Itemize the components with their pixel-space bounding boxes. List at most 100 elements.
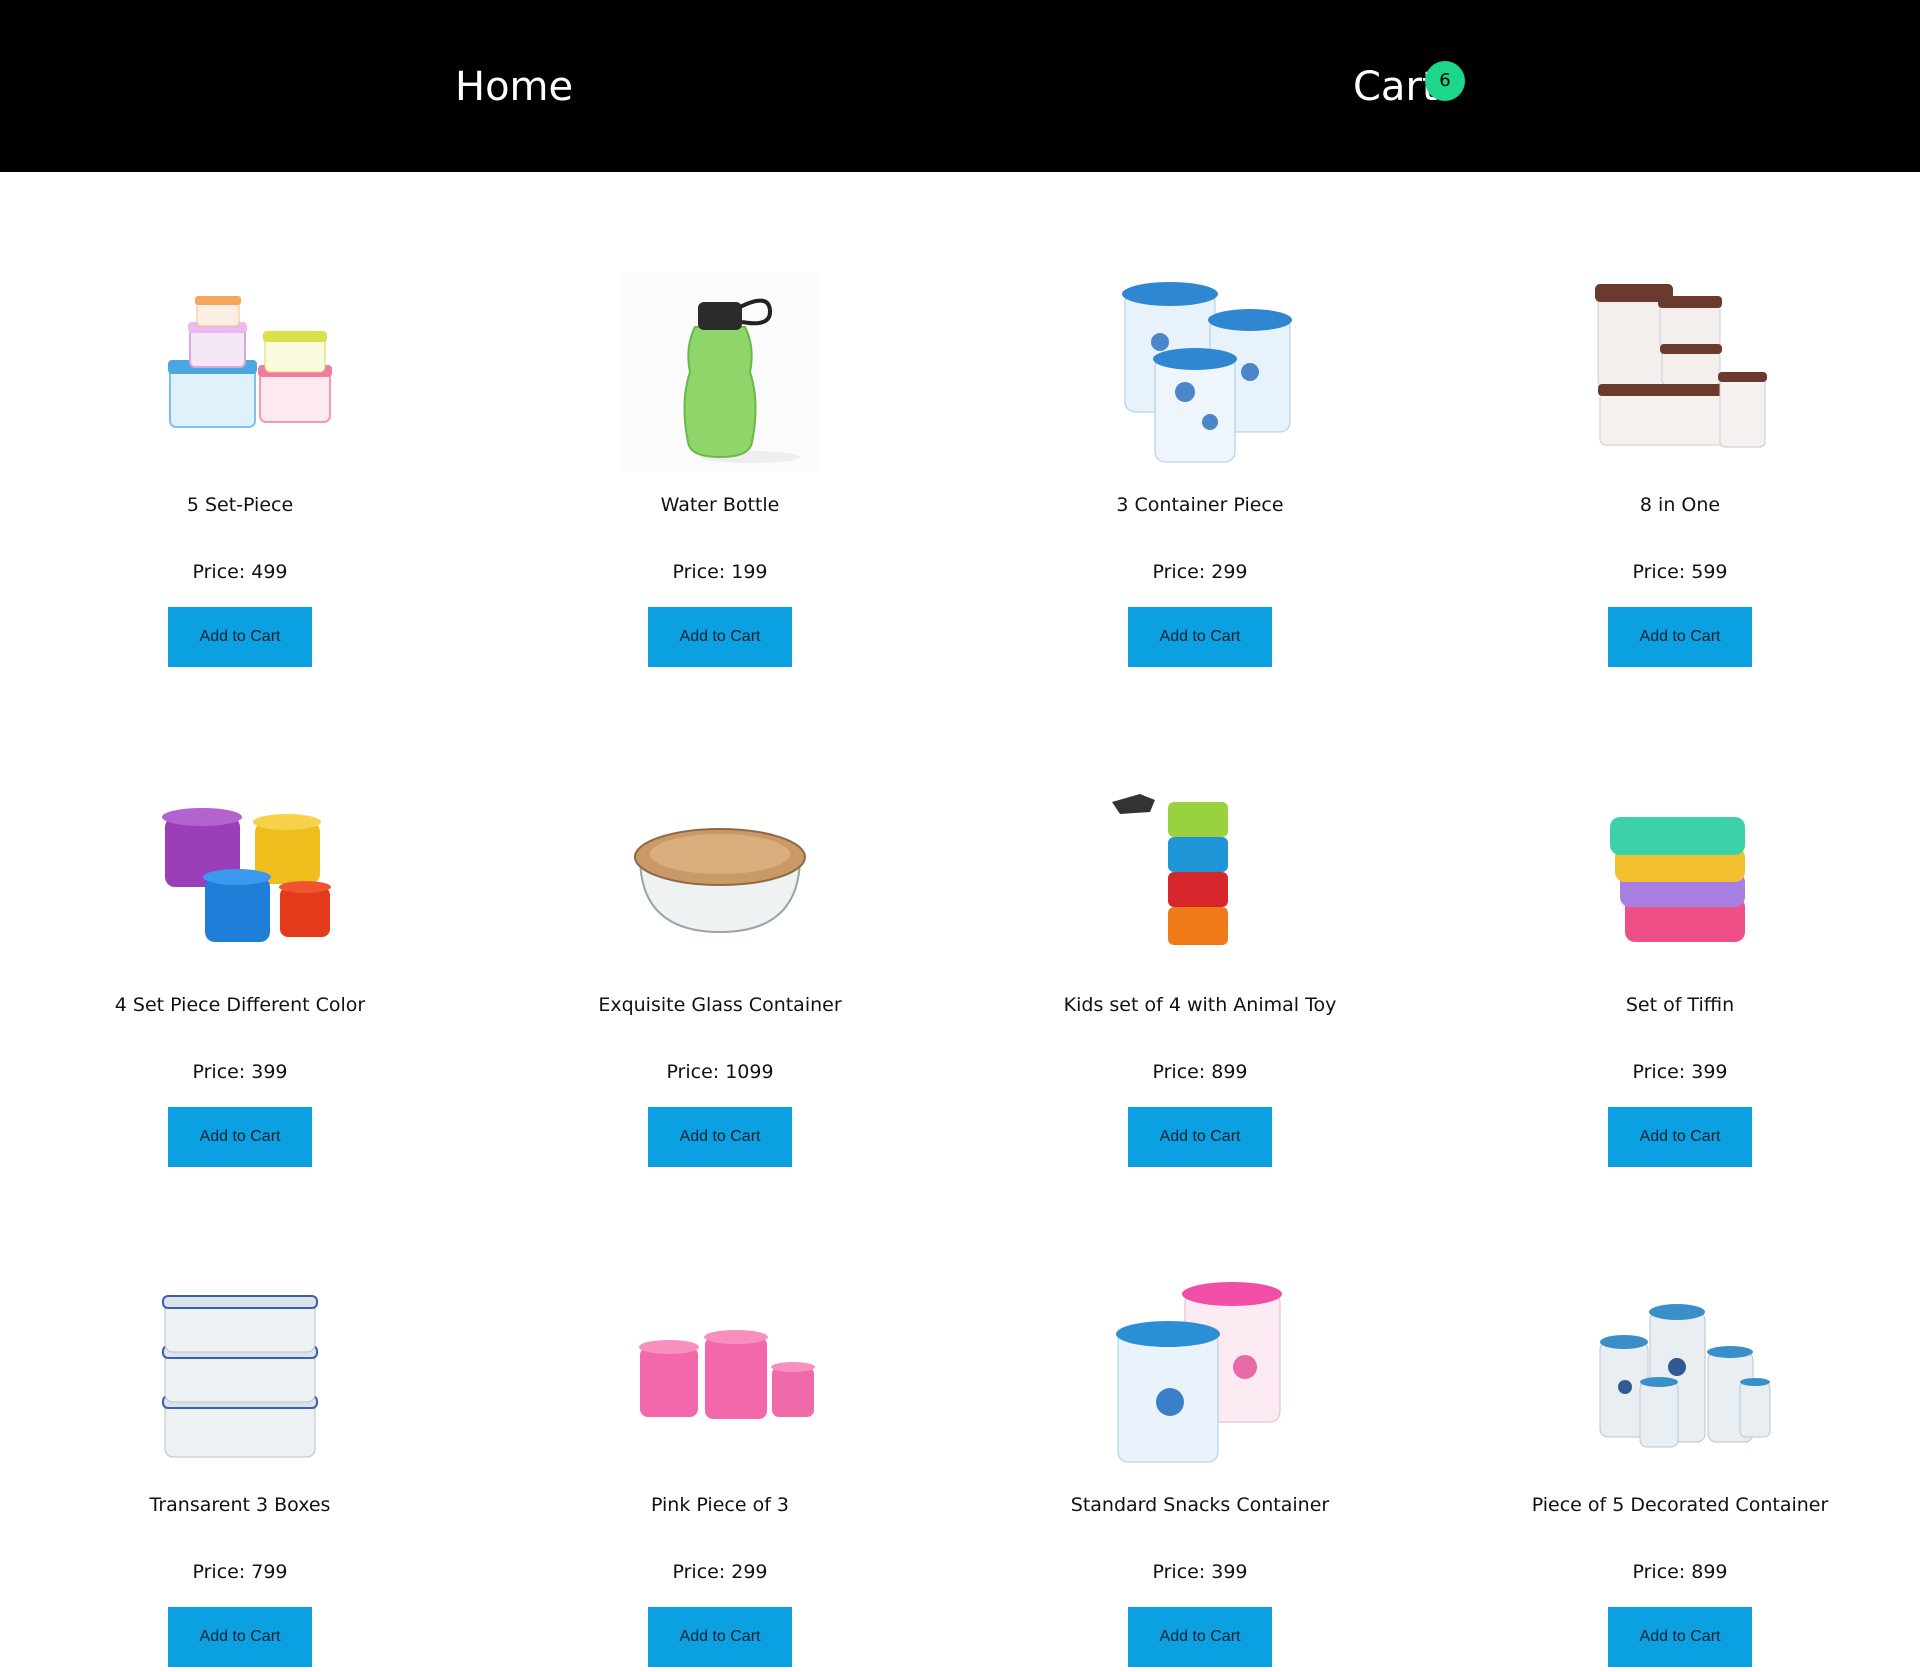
product-card: Transarent 3 Boxes Price: 799 Add to Cart <box>0 1172 480 1672</box>
product-name: Set of Tiffin <box>1625 994 1735 1016</box>
price-value: 399 <box>251 1061 288 1083</box>
price-value: 899 <box>1691 1561 1728 1583</box>
product-image <box>1100 1272 1300 1472</box>
product-name: Transarent 3 Boxes <box>149 1494 331 1516</box>
price-value: 299 <box>1211 561 1248 583</box>
product-image <box>140 1272 340 1472</box>
product-name: Exquisite Glass Container <box>598 994 842 1016</box>
product-card: 3 Container Piece Price: 299 Add to Cart <box>960 172 1440 672</box>
product-image <box>1580 1272 1780 1472</box>
price-label: Price: <box>192 1061 246 1083</box>
product-price: Price: 299 <box>480 1561 960 1583</box>
price-value: 299 <box>731 1561 768 1583</box>
product-card: 5 Set-Piece Price: 499 Add to Cart <box>0 172 480 672</box>
price-label: Price: <box>1632 561 1686 583</box>
add-to-cart-button[interactable]: Add to Cart <box>168 607 312 667</box>
product-name: Water Bottle <box>660 494 780 516</box>
product-image <box>620 1272 820 1472</box>
product-price: Price: 399 <box>1440 1061 1920 1083</box>
price-label: Price: <box>666 1061 720 1083</box>
product-card: Piece of 5 Decorated Container Price: 899… <box>1440 1172 1920 1672</box>
add-to-cart-button[interactable]: Add to Cart <box>648 1607 792 1667</box>
product-card: Standard Snacks Container Price: 399 Add … <box>960 1172 1440 1672</box>
product-card: 8 in One Price: 599 Add to Cart <box>1440 172 1920 672</box>
product-name: Standard Snacks Container <box>1070 1494 1330 1516</box>
add-to-cart-button[interactable]: Add to Cart <box>1608 1107 1752 1167</box>
product-grid: 5 Set-Piece Price: 499 Add to Cart Water … <box>0 172 1920 1672</box>
price-label: Price: <box>1632 1561 1686 1583</box>
product-price: Price: 499 <box>0 561 480 583</box>
product-price: Price: 299 <box>960 561 1440 583</box>
kids-stacked-containers-image <box>1112 794 1228 945</box>
price-value: 399 <box>1691 1061 1728 1083</box>
product-name: 5 Set-Piece <box>186 494 294 516</box>
price-label: Price: <box>1152 561 1206 583</box>
add-to-cart-button[interactable]: Add to Cart <box>1608 1607 1752 1667</box>
transparent-stacked-boxes-image <box>162 1295 318 1458</box>
product-card: Set of Tiffin Price: 399 Add to Cart <box>1440 672 1920 1172</box>
product-name: 8 in One <box>1639 494 1721 516</box>
add-to-cart-button[interactable]: Add to Cart <box>648 1107 792 1167</box>
product-image <box>620 772 820 972</box>
price-label: Price: <box>1632 1061 1686 1083</box>
nav-home-link[interactable]: Home <box>455 64 573 110</box>
product-card: Water Bottle Price: 199 Add to Cart <box>480 172 960 672</box>
product-price: Price: 899 <box>1440 1561 1920 1583</box>
product-image <box>620 272 820 472</box>
product-price: Price: 399 <box>0 1061 480 1083</box>
pink-containers-image <box>639 1330 815 1419</box>
price-label: Price: <box>1152 1061 1206 1083</box>
product-name: Piece of 5 Decorated Container <box>1531 1494 1829 1516</box>
price-label: Price: <box>192 1561 246 1583</box>
price-label: Price: <box>672 561 726 583</box>
floral-snack-containers-image <box>1116 1282 1282 1463</box>
add-to-cart-button[interactable]: Add to Cart <box>1128 607 1272 667</box>
decorated-containers-image <box>1599 1304 1771 1448</box>
price-value: 1099 <box>725 1061 774 1083</box>
product-card: Pink Piece of 3 Price: 299 Add to Cart <box>480 1172 960 1672</box>
product-card: Exquisite Glass Container Price: 1099 Add… <box>480 672 960 1172</box>
green-water-bottle-image <box>620 272 820 472</box>
add-to-cart-button[interactable]: Add to Cart <box>168 1107 312 1167</box>
price-label: Price: <box>192 561 246 583</box>
product-price: Price: 799 <box>0 1561 480 1583</box>
price-value: 899 <box>1211 1061 1248 1083</box>
multicolor-round-containers-image <box>162 808 331 942</box>
add-to-cart-button[interactable]: Add to Cart <box>1128 1107 1272 1167</box>
price-label: Price: <box>1152 1561 1206 1583</box>
top-navbar: Home Cart 6 <box>0 0 1920 172</box>
product-price: Price: 199 <box>480 561 960 583</box>
price-value: 799 <box>251 1561 288 1583</box>
stacked-tiffin-boxes-image <box>1610 817 1745 942</box>
price-value: 599 <box>1691 561 1728 583</box>
product-price: Price: 899 <box>960 1061 1440 1083</box>
stacked-colored-container-set-image <box>168 296 332 428</box>
add-to-cart-button[interactable]: Add to Cart <box>168 1607 312 1667</box>
price-value: 499 <box>251 561 288 583</box>
glass-container-wooden-lid-image <box>634 828 806 934</box>
product-price: Price: 599 <box>1440 561 1920 583</box>
product-image <box>140 772 340 972</box>
blue-floral-containers-image <box>1122 282 1292 463</box>
add-to-cart-button[interactable]: Add to Cart <box>648 607 792 667</box>
brown-lid-containers-image <box>1595 284 1767 448</box>
price-value: 399 <box>1211 1561 1248 1583</box>
product-price: Price: 399 <box>960 1561 1440 1583</box>
price-value: 199 <box>731 561 768 583</box>
product-name: Pink Piece of 3 <box>650 1494 790 1516</box>
nav-cart-link[interactable]: Cart <box>1353 64 1438 110</box>
cart-count-badge: 6 <box>1425 61 1465 101</box>
price-label: Price: <box>672 1561 726 1583</box>
product-price: Price: 1099 <box>480 1061 960 1083</box>
product-image <box>1580 772 1780 972</box>
product-card: Kids set of 4 with Animal Toy Price: 899 … <box>960 672 1440 1172</box>
product-name: 3 Container Piece <box>1116 494 1284 516</box>
add-to-cart-button[interactable]: Add to Cart <box>1128 1607 1272 1667</box>
product-image <box>1100 772 1300 972</box>
product-image <box>1580 272 1780 472</box>
product-card: 4 Set Piece Different Color Price: 399 Ad… <box>0 672 480 1172</box>
product-name: 4 Set Piece Different Color <box>114 994 366 1016</box>
product-image <box>140 272 340 472</box>
product-name: Kids set of 4 with Animal Toy <box>1063 994 1337 1016</box>
add-to-cart-button[interactable]: Add to Cart <box>1608 607 1752 667</box>
